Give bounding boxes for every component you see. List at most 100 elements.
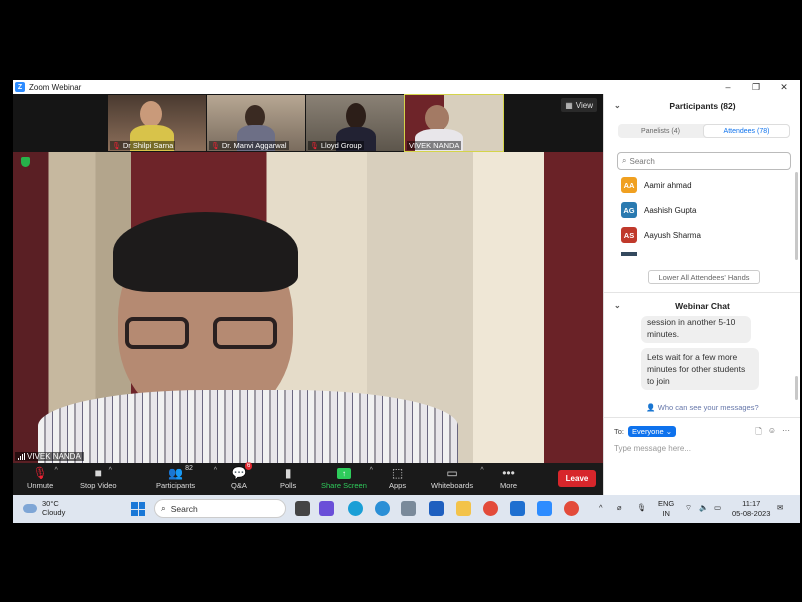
collapse-chevron-icon[interactable]: ⌄ xyxy=(614,299,621,313)
edge-icon[interactable] xyxy=(348,501,363,516)
zoom-icon[interactable] xyxy=(537,501,552,516)
attendee-row[interactable]: AG Aashish Gupta xyxy=(621,202,791,218)
chevron-up-icon[interactable]: ^ xyxy=(109,467,112,474)
side-panel: ⌄ Participants (82) Panelists (4) Attend… xyxy=(603,94,800,495)
notification-icon[interactable]: ✉ xyxy=(777,503,783,513)
file-icon[interactable]: 🗋 xyxy=(755,426,761,440)
signal-bars-icon xyxy=(18,453,25,460)
view-button[interactable]: ▦ View xyxy=(561,98,597,112)
chrome-icon[interactable] xyxy=(483,501,498,516)
word-icon[interactable] xyxy=(429,501,444,516)
speaker-shirt xyxy=(38,390,458,463)
meeting-toolbar: 🎙 ^ Unmute ■ ^ Stop Video 👥 82 ^ Participant… xyxy=(13,462,603,495)
clock[interactable]: 11:17 05-08-2023 xyxy=(732,499,770,519)
tab-attendees[interactable]: Attendees (78) xyxy=(703,124,790,138)
chat-input-tools: 🗋 ☺ ··· xyxy=(755,426,790,440)
video-camera-icon: ■ ^ xyxy=(94,466,112,480)
stop-video-button[interactable]: ■ ^ Stop Video xyxy=(80,465,117,490)
more-dots-icon: ••• xyxy=(502,466,515,480)
speaker-name-label: VIVEK NANDA xyxy=(15,452,84,461)
network-icon[interactable]: ⌀ xyxy=(617,503,622,513)
apps-icon: ⬚ xyxy=(391,466,404,480)
participants-button[interactable]: 👥 82 ^ Participants xyxy=(156,465,217,490)
wifi-icon[interactable]: ⌔ xyxy=(685,503,692,513)
participants-header: ⌄ Participants (82) xyxy=(604,98,800,114)
lower-all-hands-button[interactable]: Lower All Attendees' Hands xyxy=(648,270,760,284)
restore-button[interactable]: ❐ xyxy=(743,80,769,94)
more-button[interactable]: ••• More xyxy=(500,465,517,490)
mic-muted-icon: 🎙 xyxy=(112,143,121,150)
participants-count: 82 xyxy=(185,465,193,472)
minimize-button[interactable]: – xyxy=(715,80,741,94)
chat-scrollbar[interactable] xyxy=(795,376,798,400)
weather-widget[interactable]: 30°C Cloudy xyxy=(23,499,65,517)
windows-taskbar: 30°C Cloudy ⌕ Search ^ ⌀ 🎙 ENG IN ⌔ 🔈 ▭ xyxy=(13,495,800,523)
chevron-up-icon[interactable]: ^ xyxy=(480,467,483,474)
thumbnail-tile-active[interactable]: VIVEK NANDA xyxy=(404,94,504,152)
chevron-up-icon[interactable]: ^ xyxy=(54,467,57,474)
person-lock-icon: 👤 xyxy=(646,403,656,412)
thumbnail-tile[interactable]: 🎙 Lloyd Group xyxy=(306,95,404,151)
taskbar-search[interactable]: ⌕ Search xyxy=(154,499,286,518)
battery-icon[interactable]: ▭ xyxy=(714,503,721,513)
mic-muted-icon: 🎙 xyxy=(211,143,220,150)
avatar: AA xyxy=(621,177,637,193)
app-icon[interactable] xyxy=(375,501,390,516)
to-label: To: xyxy=(614,427,625,436)
speaker-icon[interactable]: 🔈 xyxy=(699,503,708,513)
file-explorer-icon[interactable] xyxy=(456,501,471,516)
chevron-up-icon[interactable]: ^ xyxy=(599,503,603,513)
qa-badge: 6 xyxy=(245,462,253,470)
emoji-icon[interactable]: ☺ xyxy=(768,426,776,440)
leave-button[interactable]: Leave xyxy=(558,470,596,487)
desktop-screen: Z Zoom Webinar – ❐ ✕ 🎙 Dr Shilpi Sarna 🎙 D… xyxy=(13,80,800,523)
chevron-up-icon[interactable]: ^ xyxy=(214,467,217,474)
polls-icon: ▮ xyxy=(284,466,292,480)
mail-icon[interactable] xyxy=(510,501,525,516)
participants-search-input[interactable]: ⌕ Search xyxy=(617,152,791,170)
attendee-row[interactable]: AA Aamir ahmad xyxy=(621,177,791,193)
thumbnail-tile[interactable]: 🎙 Dr Shilpi Sarna xyxy=(108,95,206,151)
chevron-up-icon[interactable]: ^ xyxy=(370,467,373,474)
participant-face xyxy=(425,105,449,131)
task-view-icon[interactable] xyxy=(295,501,310,516)
more-dots-icon[interactable]: ··· xyxy=(782,426,790,440)
whiteboards-button[interactable]: ▭ ^ Whiteboards xyxy=(431,465,484,490)
chat-input-divider xyxy=(604,417,800,418)
who-can-see-link[interactable]: 👤 Who can see your messages? xyxy=(604,403,800,412)
apps-button[interactable]: ⬚ Apps xyxy=(389,465,406,490)
temperature: 30°C xyxy=(42,499,59,508)
grid-icon: ▦ xyxy=(565,100,573,110)
search-icon: ⌕ xyxy=(622,156,627,165)
mic-muted-icon: 🎙 ^ xyxy=(32,466,58,480)
teams-icon[interactable] xyxy=(319,501,334,516)
avatar xyxy=(621,252,637,256)
mic-icon[interactable]: 🎙 xyxy=(637,503,647,513)
weather-condition: Cloudy xyxy=(42,508,66,517)
thumbnail-tile[interactable]: 🎙 Dr. Manvi Aggarwal xyxy=(207,95,305,151)
encryption-shield-icon xyxy=(21,157,30,167)
thumbnail-name: 🎙 Dr Shilpi Sarna xyxy=(110,141,176,150)
mic-muted-icon: 🎙 xyxy=(310,143,319,150)
participant-face xyxy=(346,103,366,129)
tab-panelists[interactable]: Panelists (4) xyxy=(618,124,703,138)
chrome-icon[interactable] xyxy=(564,501,579,516)
chat-input[interactable]: Type message here... xyxy=(614,444,691,453)
collapse-chevron-icon[interactable]: ⌄ xyxy=(614,98,621,114)
share-screen-button[interactable]: ↑ ^ Share Screen xyxy=(321,465,373,490)
thumbnail-name: VIVEK NANDA xyxy=(407,141,462,150)
language-indicator[interactable]: ENG IN xyxy=(658,499,674,519)
qa-button[interactable]: 💬 6 Q&A xyxy=(231,462,253,490)
attendee-name: Aashish Gupta xyxy=(644,205,697,215)
polls-button[interactable]: ▮ Polls xyxy=(280,465,296,490)
close-button[interactable]: ✕ xyxy=(771,80,797,94)
participant-face xyxy=(140,101,162,127)
attendee-row[interactable]: AS Aayush Sharma xyxy=(621,227,791,243)
whiteboard-icon: ▭ ^ xyxy=(446,466,484,480)
video-area: 🎙 Dr Shilpi Sarna 🎙 Dr. Manvi Aggarwal 🎙 Ll… xyxy=(13,94,603,463)
participants-scrollbar[interactable] xyxy=(795,172,798,260)
unmute-button[interactable]: 🎙 ^ Unmute xyxy=(27,465,58,490)
windows-start-icon[interactable] xyxy=(131,502,145,516)
app-icon[interactable] xyxy=(401,501,416,516)
recipient-dropdown[interactable]: Everyone ⌄ xyxy=(628,426,677,437)
